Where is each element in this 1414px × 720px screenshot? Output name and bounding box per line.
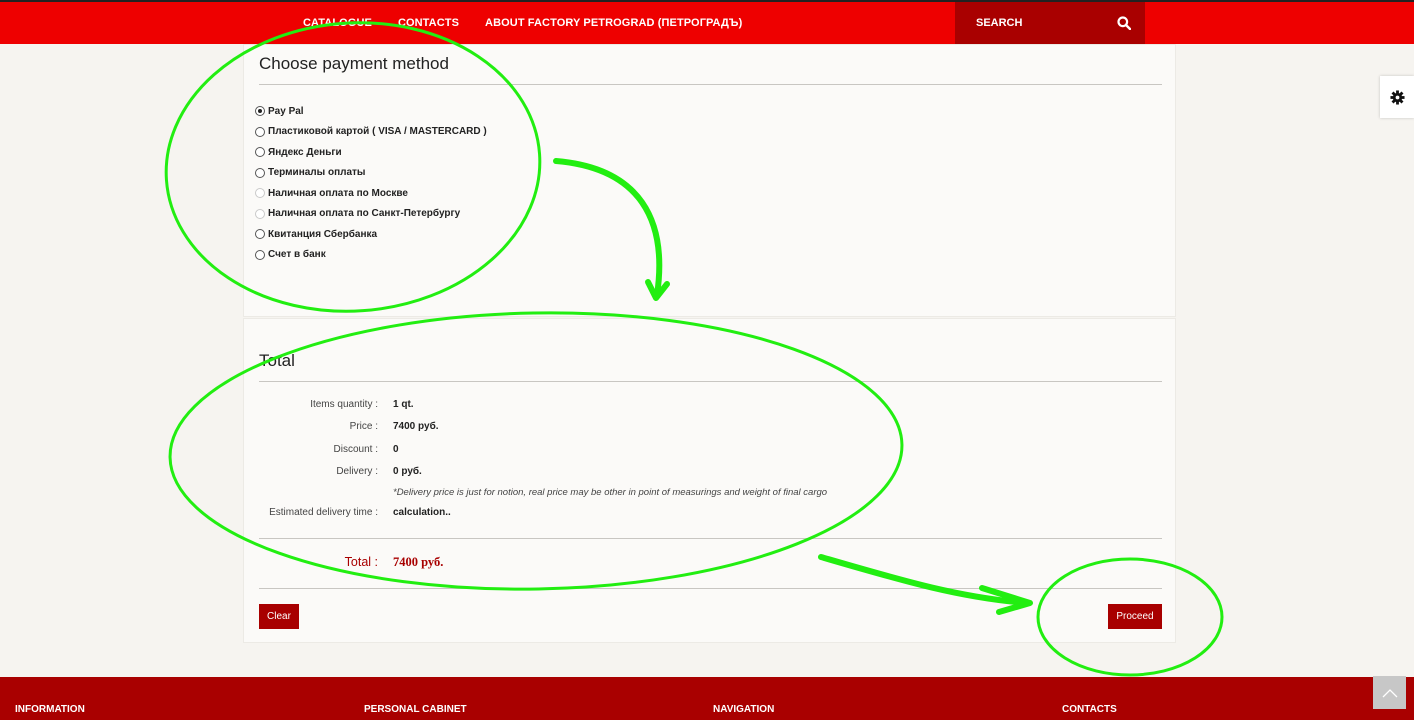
nav-about-factory[interactable]: About factory Petrograd (Петроградъ) — [472, 17, 755, 29]
payment-option-paypal[interactable]: Pay Pal — [255, 101, 487, 122]
row-value: calculation.. — [393, 507, 451, 518]
footer-heading-navigation: Navigation — [713, 704, 775, 715]
payment-option-sberbank[interactable]: Квитанция Сбербанка — [255, 224, 487, 245]
payment-method-title: Choose payment method — [259, 54, 449, 73]
divider — [259, 84, 1162, 85]
radio-button[interactable] — [255, 126, 265, 137]
payment-option-bank-invoice[interactable]: Счет в банк — [255, 245, 487, 266]
nav-catalogue[interactable]: Catalogue — [290, 17, 385, 29]
divider — [259, 588, 1162, 589]
row-label: Delivery : — [336, 466, 378, 477]
divider — [259, 538, 1162, 539]
footer-heading-personal-cabinet: Personal cabinet — [364, 704, 467, 715]
search-icon[interactable] — [1117, 16, 1131, 30]
nav-contacts[interactable]: Contacts — [385, 17, 472, 29]
divider — [259, 381, 1162, 382]
payment-method-list: Pay Pal Пластиковой картой ( VISA / MAST… — [255, 101, 487, 265]
total-title: Total — [259, 351, 295, 370]
row-value: 1 qt. — [393, 399, 414, 410]
clear-button[interactable]: Clear — [259, 604, 299, 629]
main-nav: Catalogue Contacts About factory Petrogr… — [290, 2, 755, 44]
search-box — [955, 2, 1145, 44]
payment-option-card[interactable]: Пластиковой картой ( VISA / MASTERCARD ) — [255, 122, 487, 143]
payment-option-label: Pay Pal — [268, 105, 304, 117]
delivery-note: *Delivery price is just for notion, real… — [393, 487, 828, 498]
payment-option-label: Квитанция Сбербанка — [268, 228, 378, 240]
payment-option-label: Счет в банк — [268, 249, 326, 261]
row-label: Items quantity : — [310, 399, 378, 410]
footer: Information Personal cabinet Navigation … — [0, 677, 1414, 720]
payment-option-label: Пластиковой картой ( VISA / MASTERCARD ) — [268, 126, 487, 138]
search-input[interactable] — [955, 17, 1105, 29]
gear-icon — [1389, 89, 1405, 105]
row-label: Discount : — [333, 444, 378, 455]
row-value: 0 руб. — [393, 466, 422, 477]
radio-button[interactable] — [255, 167, 265, 178]
chevron-up-icon — [1382, 688, 1397, 697]
scroll-to-top-button[interactable] — [1373, 676, 1406, 709]
payment-option-cash-moscow: Наличная оплата по Москве — [255, 183, 487, 204]
footer-heading-information: Information — [15, 704, 85, 715]
payment-method-panel: Choose payment method Pay Pal Пластиково… — [243, 44, 1176, 317]
footer-heading-contacts: Contacts — [1062, 704, 1117, 715]
radio-button[interactable] — [255, 106, 265, 117]
radio-button — [255, 208, 265, 219]
settings-tab[interactable] — [1380, 76, 1414, 118]
grand-total-label: Total : — [344, 555, 378, 569]
payment-option-label: Наличная оплата по Санкт-Петербургу — [268, 208, 461, 220]
radio-button[interactable] — [255, 229, 265, 240]
row-value: 0 — [393, 444, 399, 455]
top-nav-bar: Catalogue Contacts About factory Petrogr… — [0, 0, 1414, 44]
radio-button[interactable] — [255, 147, 265, 158]
row-value: 7400 руб. — [393, 421, 439, 432]
row-label: Estimated delivery time : — [269, 507, 378, 518]
payment-option-label: Терминалы оплаты — [268, 167, 366, 179]
row-label: Price : — [349, 421, 378, 432]
payment-option-cash-spb: Наличная оплата по Санкт-Петербургу — [255, 204, 487, 225]
payment-option-label: Наличная оплата по Москве — [268, 187, 408, 199]
payment-option-yandex[interactable]: Яндекс Деньги — [255, 142, 487, 163]
grand-total-value: 7400 руб. — [393, 555, 444, 569]
radio-button[interactable] — [255, 249, 265, 260]
order-total-panel: Total Items quantity : 1 qt. Price : 740… — [243, 318, 1176, 643]
proceed-button[interactable]: Proceed — [1108, 604, 1162, 629]
radio-button — [255, 188, 265, 199]
payment-option-terminals[interactable]: Терминалы оплаты — [255, 163, 487, 184]
payment-option-label: Яндекс Деньги — [268, 146, 342, 158]
